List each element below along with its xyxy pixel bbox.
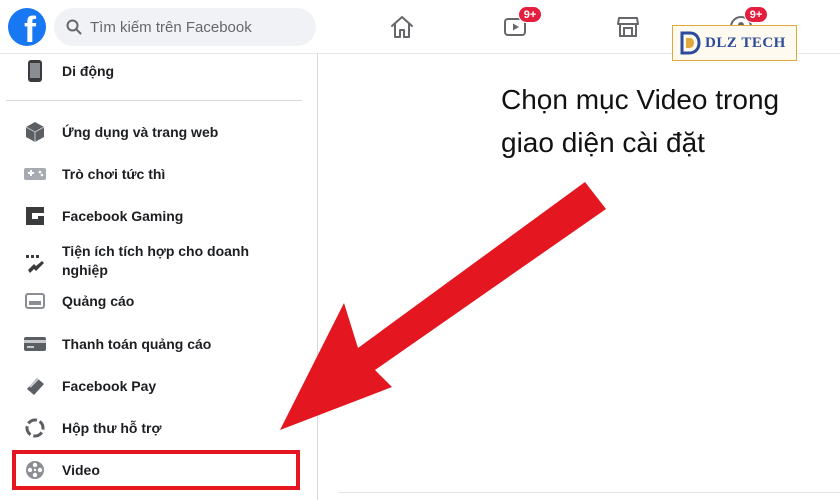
game-controller-icon (20, 159, 50, 189)
sidebar-item-apps-websites[interactable]: Ứng dụng và trang web (20, 117, 300, 147)
puzzle-icon (20, 248, 50, 278)
settings-sidebar: Di động Ứng dụng và trang web Trò chơi t… (0, 54, 318, 500)
sidebar-item-facebook-gaming[interactable]: Facebook Gaming (20, 201, 300, 231)
sidebar-item-label: Tiện ích tích hợp cho doanh nghiệp (62, 243, 250, 278)
sidebar-item-label: Di động (62, 62, 115, 79)
ads-icon (20, 286, 50, 316)
sidebar-item-label: Trò chơi tức thì (62, 165, 166, 182)
sidebar-item-ads[interactable]: Quảng cáo (20, 286, 300, 316)
content-divider (338, 492, 840, 493)
watch-nav-button[interactable]: 9+ (500, 6, 542, 42)
sidebar-item-ad-payments[interactable]: Thanh toán quảng cáo (20, 329, 300, 359)
gaming-icon (20, 201, 50, 231)
credit-card-icon (20, 329, 50, 359)
groups-notification-badge: 9+ (744, 6, 768, 23)
marketplace-shop-icon (617, 17, 639, 37)
instruction-annotation: Chọn mục Video trong giao diện cài đặt (501, 84, 780, 158)
sidebar-item-label: Facebook Pay (62, 377, 157, 394)
search-bar[interactable] (54, 8, 316, 46)
sidebar-item-label: Thanh toán quảng cáo (62, 335, 212, 352)
dlz-tech-watermark: DLZ TECH (672, 25, 797, 61)
search-input[interactable] (90, 18, 310, 36)
mobile-phone-icon (20, 56, 50, 86)
search-icon (66, 19, 82, 35)
sidebar-item-business-integrations[interactable]: Tiện ích tích hợp cho doanh nghiệp (20, 242, 300, 280)
sidebar-item-support-inbox[interactable]: Hộp thư hỗ trợ (20, 413, 300, 443)
watermark-text: DLZ TECH (705, 34, 786, 51)
facebook-logo-icon[interactable]: f (8, 8, 46, 46)
dlz-logo-icon (680, 31, 701, 55)
lifebuoy-icon (20, 413, 50, 443)
home-nav-button[interactable] (387, 12, 417, 42)
sidebar-item-label: Hộp thư hỗ trợ (62, 419, 162, 436)
sidebar-item-label: Quảng cáo (62, 292, 135, 309)
sidebar-item-label: Ứng dụng và trang web (62, 123, 219, 140)
video-highlight-box (12, 450, 300, 490)
sidebar-divider (6, 100, 302, 101)
marketplace-nav-button[interactable] (613, 12, 643, 42)
sidebar-item-mobile[interactable]: Di động (20, 56, 300, 86)
sidebar-item-facebook-pay[interactable]: Facebook Pay (20, 371, 300, 401)
home-icon (391, 16, 413, 38)
sidebar-item-instant-games[interactable]: Trò chơi tức thì (20, 159, 300, 189)
cube-icon (20, 117, 50, 147)
sidebar-item-label: Facebook Gaming (62, 207, 184, 224)
facebook-pay-icon (20, 371, 50, 401)
watch-notification-badge: 9+ (518, 6, 542, 23)
